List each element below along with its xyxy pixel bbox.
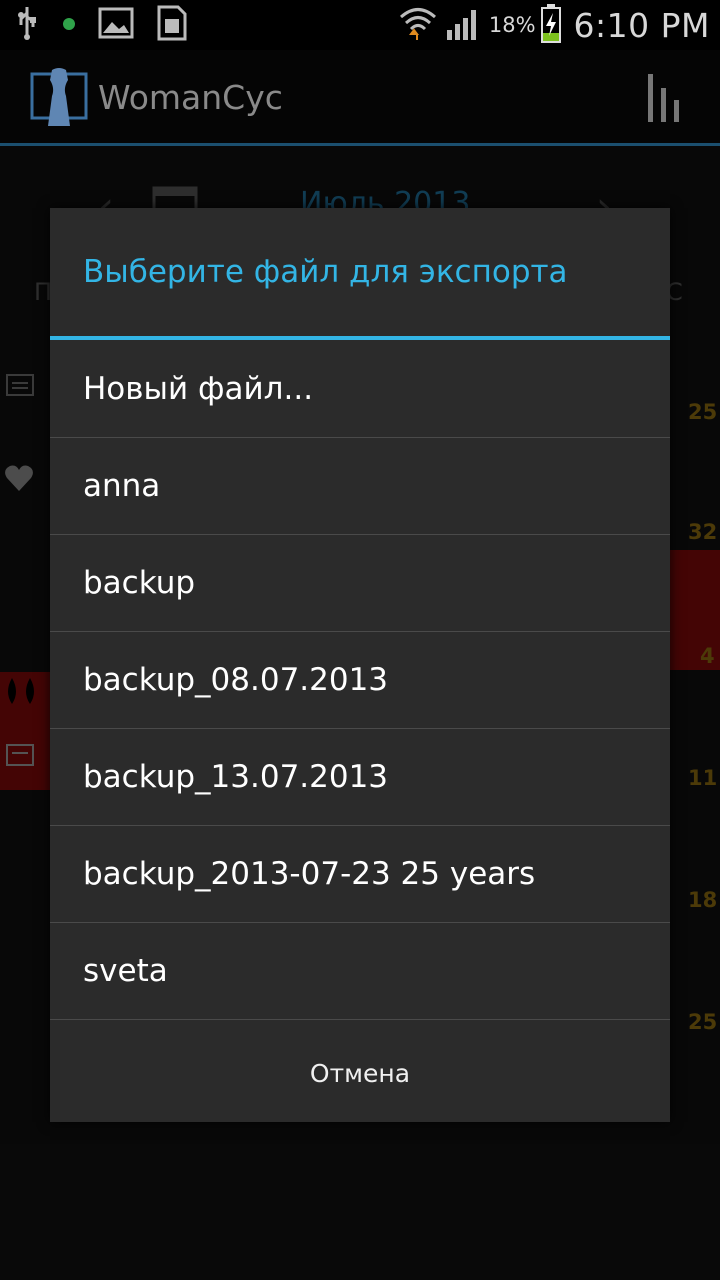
- wifi-icon: [399, 4, 437, 46]
- file-item-backup-13-07-2013[interactable]: backup_13.07.2013: [50, 729, 670, 826]
- sim-card-icon: [156, 4, 188, 46]
- notification-dot-icon: [62, 16, 76, 35]
- clock: 6:10 PM: [573, 5, 710, 45]
- signal-icon: [445, 6, 481, 44]
- file-item-backup-08-07-2013[interactable]: backup_08.07.2013: [50, 632, 670, 729]
- app-title: WomanCyc: [98, 78, 283, 117]
- usb-icon: [14, 5, 40, 45]
- file-list: Новый файл... anna backup backup_08.07.2…: [50, 340, 670, 1020]
- battery-charging-icon: [540, 3, 562, 47]
- new-file-item[interactable]: Новый файл...: [50, 340, 670, 438]
- statistics-icon[interactable]: [646, 72, 682, 128]
- action-bar: WomanCyc: [0, 50, 720, 144]
- cancel-button[interactable]: Отмена: [50, 1024, 670, 1122]
- dialog-title: Выберите файл для экспорта: [83, 254, 568, 290]
- file-item-sveta[interactable]: sveta: [50, 923, 670, 1020]
- app-logo-icon[interactable]: [30, 66, 88, 134]
- status-bar: 18% 6:10 PM: [0, 0, 720, 50]
- status-bar-notifications: [14, 4, 188, 46]
- status-bar-system: 18% 6:10 PM: [399, 0, 710, 50]
- file-item-anna[interactable]: anna: [50, 438, 670, 535]
- picture-icon: [98, 7, 134, 43]
- battery-percent: 18%: [488, 13, 536, 37]
- export-file-dialog: Выберите файл для экспорта Новый файл...…: [50, 208, 670, 1122]
- file-item-backup[interactable]: backup: [50, 535, 670, 632]
- file-item-backup-2013-07-23[interactable]: backup_2013-07-23 25 years: [50, 826, 670, 923]
